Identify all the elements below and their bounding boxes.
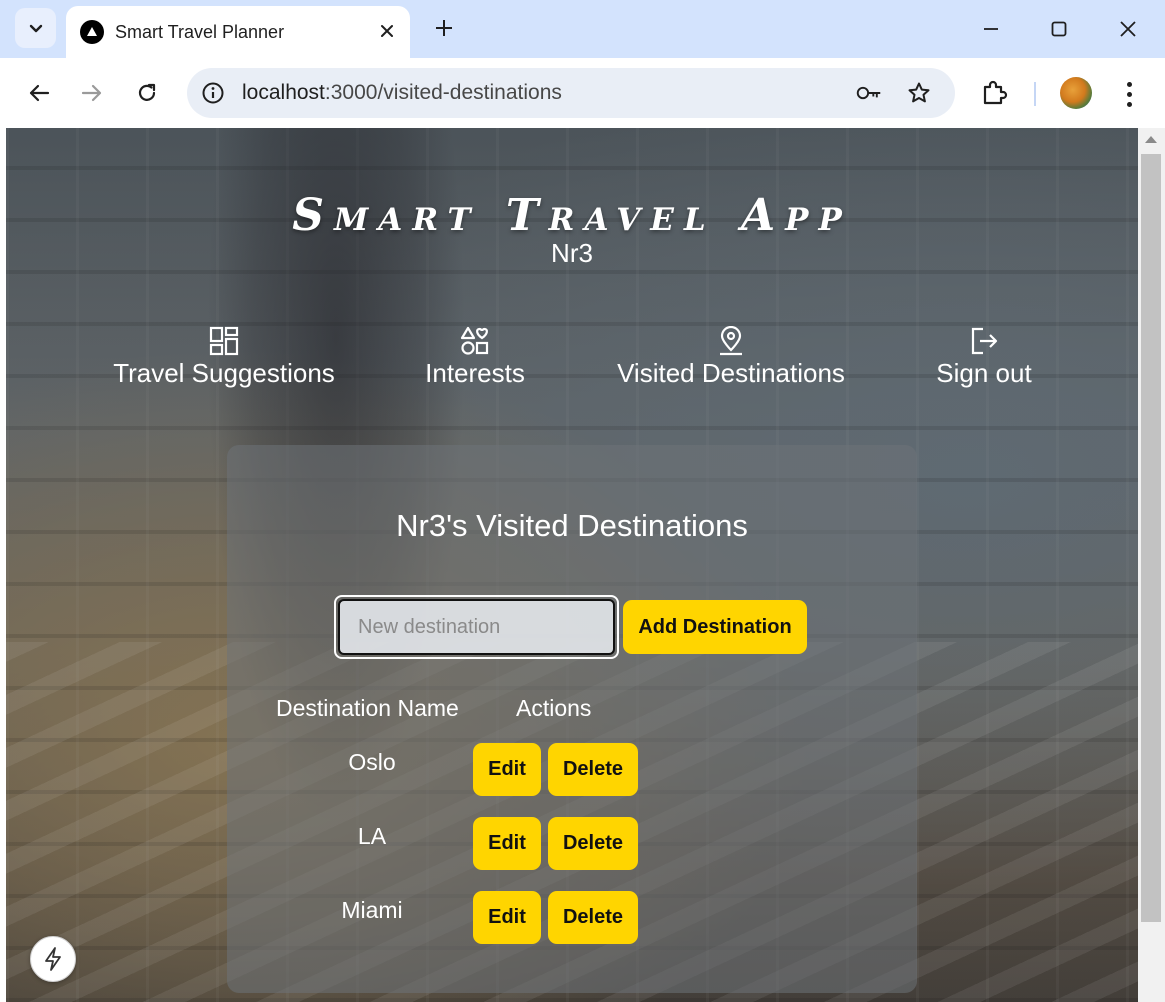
minimize-icon[interactable] — [976, 14, 1006, 44]
tab-title: Smart Travel Planner — [115, 21, 285, 42]
extensions-puzzle-icon[interactable] — [979, 78, 1009, 108]
new-destination-field[interactable] — [334, 595, 619, 659]
edit-button[interactable]: Edit — [473, 743, 541, 796]
back-arrow-icon[interactable] — [23, 77, 55, 109]
nav-sign-out[interactable]: Sign out — [934, 326, 1034, 389]
forward-arrow-icon[interactable] — [76, 77, 108, 109]
sign-out-icon — [971, 327, 998, 355]
destination-name-la: LA — [357, 823, 387, 849]
dashboard-icon — [209, 326, 239, 356]
bookmark-star-icon[interactable] — [906, 80, 932, 106]
card-title: Nr3's Visited Destinations — [396, 508, 748, 543]
delete-button[interactable]: Delete — [548, 817, 638, 870]
new-destination-input[interactable] — [338, 599, 615, 655]
address-bar[interactable]: localhost:3000/visited-destinations — [187, 68, 955, 118]
destination-name-miami: Miami — [341, 897, 403, 923]
user-name: Nr3 — [551, 238, 593, 268]
browser-menu-icon[interactable] — [1118, 79, 1140, 109]
reload-icon[interactable] — [131, 77, 163, 109]
nextjs-favicon-icon — [80, 20, 104, 44]
page-viewport: Smart Travel App Nr3 Travel Suggestions … — [6, 128, 1138, 1002]
active-tab[interactable]: Smart Travel Planner — [66, 6, 410, 58]
nav-label: Sign out — [936, 358, 1032, 388]
app-title: Smart Travel App — [292, 190, 852, 241]
new-tab-plus-icon[interactable] — [430, 14, 458, 42]
column-header-destination-name: Destination Name — [276, 695, 459, 721]
column-header-actions: Actions — [516, 695, 592, 721]
maximize-icon[interactable] — [1044, 14, 1074, 44]
close-tab-icon[interactable] — [374, 18, 400, 44]
browser-toolbar: localhost:3000/visited-destinations — [6, 58, 1165, 128]
nav-label: Interests — [425, 358, 525, 388]
scroll-up-arrow-icon[interactable] — [1145, 136, 1157, 143]
map-pin-icon — [720, 326, 742, 356]
visited-destinations-card: Nr3's Visited Destinations Add Destinati… — [227, 445, 917, 993]
dev-tools-lightning-icon[interactable] — [30, 936, 76, 982]
close-window-icon[interactable] — [1113, 14, 1143, 44]
scrollbar-thumb[interactable] — [1141, 154, 1161, 922]
delete-button[interactable]: Delete — [548, 891, 638, 944]
nav-label: Visited Destinations — [617, 358, 845, 388]
url-text[interactable]: localhost:3000/visited-destinations — [242, 81, 562, 105]
profile-avatar[interactable] — [1060, 77, 1092, 109]
password-key-icon[interactable] — [856, 80, 882, 106]
tab-search-button[interactable] — [15, 8, 56, 48]
nav-label: Travel Suggestions — [113, 358, 335, 388]
add-destination-button[interactable]: Add Destination — [623, 600, 807, 654]
toolbar-divider — [1034, 82, 1036, 106]
vertical-scrollbar[interactable] — [1138, 128, 1165, 1002]
tab-strip: Smart Travel Planner — [0, 0, 1165, 58]
nav-travel-suggestions[interactable]: Travel Suggestions — [109, 326, 339, 389]
edit-button[interactable]: Edit — [473, 817, 541, 870]
chevron-down-icon — [29, 24, 42, 33]
nav-interests[interactable]: Interests — [415, 326, 535, 389]
nav-visited-destinations[interactable]: Visited Destinations — [612, 326, 850, 389]
delete-button[interactable]: Delete — [548, 743, 638, 796]
site-info-icon[interactable] — [201, 81, 225, 105]
destination-name-oslo: Oslo — [348, 749, 396, 775]
shapes-icon — [460, 326, 489, 355]
edit-button[interactable]: Edit — [473, 891, 541, 944]
